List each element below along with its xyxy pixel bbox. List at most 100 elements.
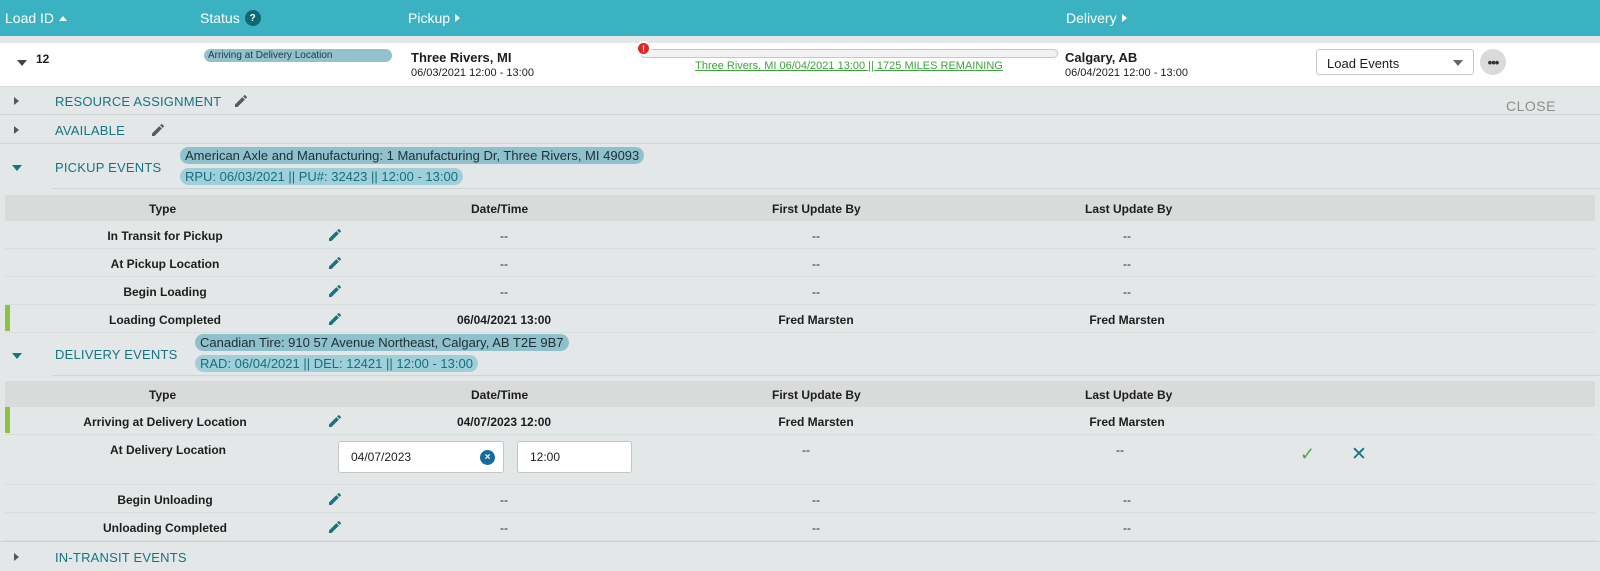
th-datetime: Date/Time [471, 388, 529, 402]
sort-load-id[interactable]: Load ID [5, 10, 68, 26]
table-row: In Transit for Pickup -- -- -- [5, 221, 1595, 249]
table-row: At Pickup Location -- -- -- [5, 249, 1595, 277]
col-delivery-label: Delivery [1066, 10, 1117, 26]
section-available[interactable]: AVAILABLE [0, 116, 1600, 144]
th-datetime: Date/Time [471, 202, 529, 216]
section-pickup-title[interactable]: PICKUP EVENTS [55, 160, 161, 175]
pencil-icon[interactable] [327, 227, 343, 243]
delivery-time: 06/04/2021 12:00 - 13:00 [1065, 67, 1188, 79]
date-input-value: 04/07/2023 [351, 450, 412, 464]
status-badge: Arriving at Delivery Location [204, 49, 392, 62]
expand-icon[interactable] [14, 97, 19, 105]
table-row-editing: At Delivery Location 04/07/2023 × 12:00 … [5, 435, 1595, 485]
chevron-down-icon [1453, 60, 1463, 66]
event-last-update: Fred Marsten [1089, 415, 1165, 429]
th-type: Type [149, 202, 177, 216]
event-datetime: -- [500, 285, 508, 299]
event-datetime: 06/04/2021 13:00 [456, 313, 552, 327]
load-events-select[interactable]: Load Events [1316, 49, 1474, 75]
col-load-id-label: Load ID [5, 10, 55, 26]
pencil-icon[interactable] [233, 93, 249, 109]
help-icon[interactable]: ? [244, 10, 261, 26]
th-first-update: First Update By [772, 202, 861, 216]
table-row: Begin Loading -- -- -- [5, 277, 1595, 305]
event-type: At Delivery Location [109, 443, 227, 457]
event-first-update: -- [812, 229, 820, 243]
pencil-icon[interactable] [327, 413, 343, 429]
sort-asc-icon [59, 15, 68, 21]
cancel-icon[interactable]: ✕ [1351, 443, 1367, 466]
event-datetime: -- [500, 521, 508, 535]
collapse-row-icon[interactable] [17, 60, 27, 66]
delivery-table-header: Type Date/Time First Update By Last Upda… [5, 381, 1595, 407]
progress-bar [640, 49, 1058, 58]
collapse-icon[interactable] [12, 165, 22, 171]
table-header-bar: Load ID Status ? Pickup Delivery [0, 0, 1600, 36]
date-input[interactable]: 04/07/2023 × [338, 441, 504, 473]
event-first-update: -- [812, 285, 820, 299]
expand-icon[interactable] [14, 553, 19, 561]
event-datetime: 04/07/2023 12:00 [456, 415, 552, 429]
event-first-update: -- [812, 493, 820, 507]
event-last-update: -- [1123, 257, 1131, 271]
col-delivery[interactable]: Delivery [1066, 10, 1127, 26]
section-in-transit-title[interactable]: IN-TRANSIT EVENTS [55, 550, 187, 565]
section-resource-title[interactable]: RESOURCE ASSIGNMENT [55, 94, 221, 109]
event-type: Loading Completed [109, 313, 221, 327]
event-last-update: Fred Marsten [1089, 313, 1165, 327]
divider [52, 375, 1600, 376]
section-delivery-title[interactable]: DELIVERY EVENTS [55, 347, 177, 362]
col-status-label: Status [200, 10, 240, 26]
event-type: At Pickup Location [110, 257, 220, 271]
completed-indicator [5, 407, 10, 433]
pickup-city: Three Rivers, MI [411, 50, 512, 65]
pencil-icon[interactable] [327, 491, 343, 507]
section-available-title[interactable]: AVAILABLE [55, 123, 125, 138]
clear-icon[interactable]: × [480, 450, 495, 465]
load-row: 12 Arriving at Delivery Location Three R… [0, 43, 1600, 87]
section-resource-assignment[interactable]: RESOURCE ASSIGNMENT [0, 88, 1600, 115]
time-input[interactable]: 12:00 [517, 441, 632, 473]
status-badge-label: Arriving at Delivery Location [204, 49, 392, 62]
th-type: Type [149, 388, 177, 402]
event-type: In Transit for Pickup [107, 229, 223, 243]
collapse-icon[interactable] [12, 353, 22, 359]
table-row: Begin Unloading -- -- -- [5, 485, 1595, 513]
event-first-update: -- [812, 257, 820, 271]
table-row: Loading Completed 06/04/2021 13:00 Fred … [5, 305, 1595, 333]
event-last-update: -- [1123, 229, 1131, 243]
event-datetime: -- [500, 257, 508, 271]
event-last-update: -- [1116, 443, 1124, 457]
close-button[interactable]: CLOSE [1506, 98, 1556, 114]
section-in-transit-events[interactable]: IN-TRANSIT EVENTS [0, 541, 1600, 571]
pencil-icon[interactable] [327, 519, 343, 535]
divider [52, 188, 1600, 189]
caret-right-icon [1121, 14, 1127, 22]
event-type: Begin Loading [123, 285, 207, 299]
event-first-update: -- [802, 443, 810, 457]
delivery-city: Calgary, AB [1065, 50, 1138, 65]
confirm-icon[interactable]: ✓ [1300, 444, 1315, 465]
col-pickup[interactable]: Pickup [408, 10, 461, 26]
pencil-icon[interactable] [150, 122, 166, 138]
event-last-update: -- [1123, 521, 1131, 535]
section-delivery-events[interactable]: DELIVERY EVENTS Canadian Tire: 910 57 Av… [0, 333, 1600, 375]
more-actions-button[interactable]: ••• [1480, 49, 1506, 75]
event-first-update: Fred Marsten [778, 313, 854, 327]
table-row: Arriving at Delivery Location 04/07/2023… [5, 407, 1595, 435]
event-type: Unloading Completed [103, 521, 227, 535]
event-first-update: Fred Marsten [778, 415, 854, 429]
pencil-icon[interactable] [327, 311, 343, 327]
expand-icon[interactable] [14, 126, 19, 134]
event-datetime: -- [500, 229, 508, 243]
delivery-details: RAD: 06/04/2021 || DEL: 12421 || 12:00 -… [195, 355, 478, 372]
pencil-icon[interactable] [327, 255, 343, 271]
delivery-address: Canadian Tire: 910 57 Avenue Northeast, … [195, 334, 569, 351]
progress-label[interactable]: Three Rivers, MI 06/04/2021 13:00 || 172… [640, 60, 1058, 72]
section-pickup-events[interactable]: PICKUP EVENTS American Axle and Manufact… [0, 145, 1600, 188]
col-status[interactable]: Status ? [200, 10, 261, 26]
event-last-update: -- [1123, 493, 1131, 507]
table-row: Unloading Completed -- -- -- [5, 513, 1595, 541]
completed-indicator [5, 305, 10, 331]
pencil-icon[interactable] [327, 283, 343, 299]
